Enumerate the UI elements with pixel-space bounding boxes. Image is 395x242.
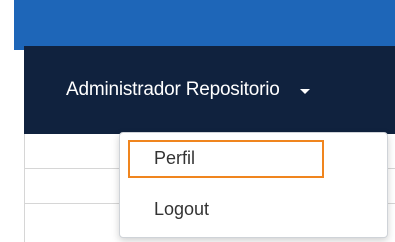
menu-item-perfil-label: Perfil — [154, 147, 196, 168]
left-gutter — [0, 0, 14, 242]
caret-down-icon — [299, 88, 310, 94]
menu-item-logout[interactable]: Logout — [120, 192, 387, 226]
navbar: Administrador Repositorio — [24, 46, 395, 134]
content-left-border — [24, 134, 25, 242]
menu-item-perfil[interactable]: Perfil — [120, 141, 387, 175]
menu-item-logout-label: Logout — [154, 198, 210, 219]
top-bar — [14, 0, 395, 50]
user-dropdown-menu: Perfil Logout — [119, 132, 388, 238]
user-menu-toggle[interactable]: Administrador Repositorio — [66, 76, 310, 104]
user-menu-label: Administrador Repositorio — [66, 79, 280, 100]
